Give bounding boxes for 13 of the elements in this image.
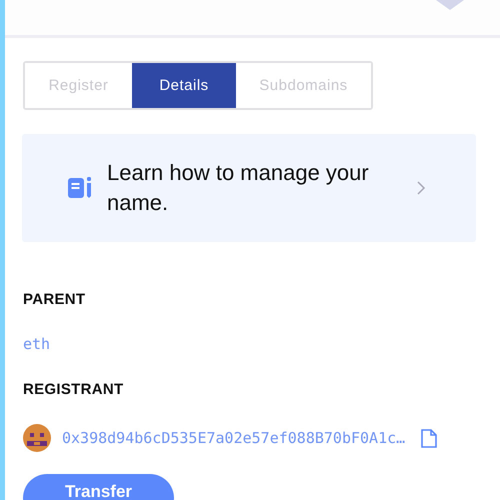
field-label: PARENT bbox=[23, 291, 86, 308]
document-icon[interactable] bbox=[421, 428, 438, 448]
avatar-icon bbox=[23, 424, 51, 452]
parent-link[interactable]: eth bbox=[23, 335, 50, 353]
transfer-button[interactable]: Transfer bbox=[23, 474, 174, 500]
book-icon bbox=[68, 177, 92, 199]
diamond-icon bbox=[436, 0, 464, 10]
field-label: REGISTRANT bbox=[23, 381, 124, 398]
address-link[interactable]: 0x398d94b6cD535E7a02e57ef088B70bF0A1c… bbox=[62, 429, 406, 447]
tab[interactable]: Details bbox=[132, 63, 236, 108]
info-card[interactable]: Learn how to manage your name. bbox=[22, 134, 476, 242]
info-text: Learn how to manage your name. bbox=[107, 159, 370, 217]
chevron-icon bbox=[417, 181, 426, 195]
